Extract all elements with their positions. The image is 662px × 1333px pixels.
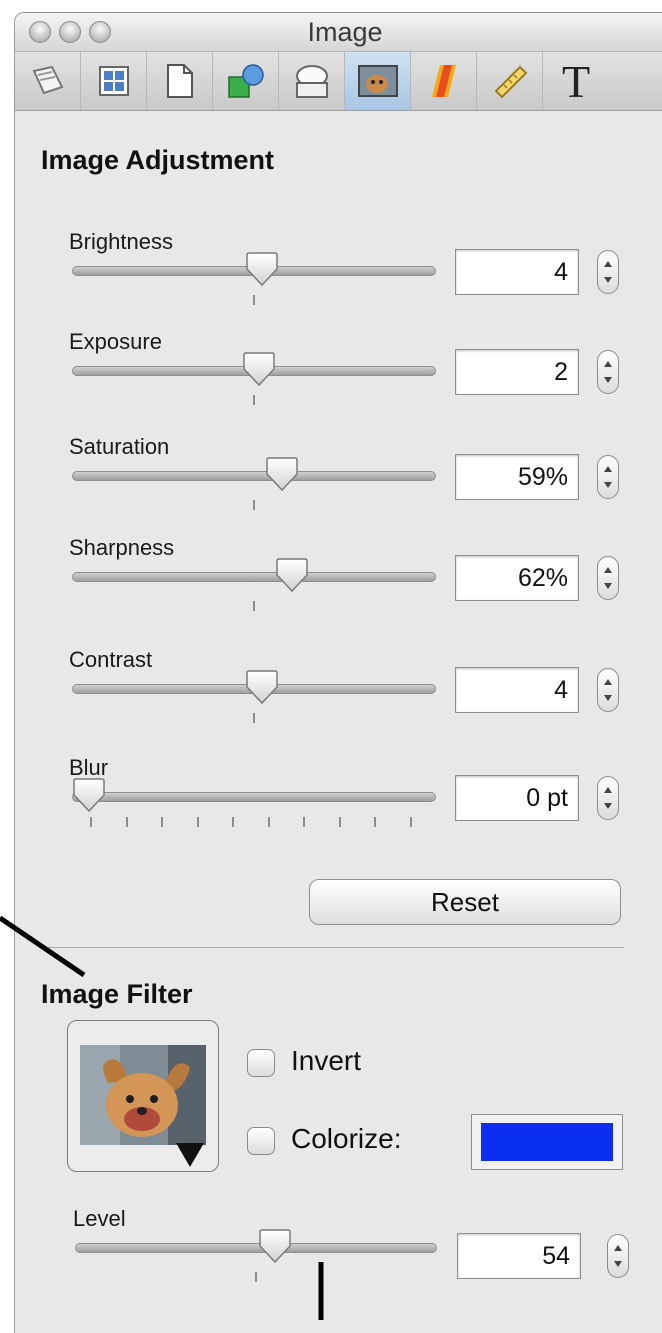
colorize-label: Colorize:: [291, 1123, 402, 1154]
inspector-toolbar: T: [15, 52, 662, 111]
dog-thumbnail: [80, 1045, 206, 1167]
brightness-field[interactable]: 4: [455, 249, 579, 295]
colorize-color-well[interactable]: [471, 1114, 623, 1170]
blur-field[interactable]: 0 pt: [455, 775, 579, 821]
tab-page[interactable]: [147, 52, 213, 110]
exposure-slider-thumb[interactable]: [240, 351, 278, 389]
tab-colors[interactable]: [411, 52, 477, 110]
brightness-center-tick: [253, 295, 255, 305]
section-divider: [48, 947, 624, 948]
shapes-icon: [227, 64, 264, 98]
document-inspector-icon: [32, 65, 63, 95]
sharpness-slider-thumb[interactable]: [273, 557, 311, 595]
brightness-label: Brightness: [69, 229, 173, 254]
tab-callout[interactable]: [279, 52, 345, 110]
tab-layout[interactable]: [81, 52, 147, 110]
text-icon: T: [561, 55, 591, 107]
blur-tick-mark: [374, 817, 376, 827]
exposure-center-tick: [253, 395, 255, 405]
level-center-tick: [255, 1272, 257, 1282]
colorize-checkbox[interactable]: [247, 1127, 275, 1155]
image-icon: [357, 65, 398, 97]
page-icon: [166, 64, 193, 98]
tab-image[interactable]: [345, 52, 411, 110]
inspector-window: Image T Image Adjustment Brightness 4 Ex…: [14, 12, 662, 1333]
contrast-slider-thumb[interactable]: [243, 669, 281, 707]
layout-grid-icon: [98, 66, 129, 96]
brightness-stepper[interactable]: [597, 250, 619, 294]
brightness-slider-thumb[interactable]: [243, 251, 281, 289]
sharpness-field[interactable]: 62%: [455, 555, 579, 601]
blur-tick-mark: [196, 817, 199, 827]
saturation-field[interactable]: 59%: [455, 454, 579, 500]
contrast-stepper[interactable]: [597, 668, 619, 712]
tab-metrics[interactable]: [477, 52, 543, 110]
sharpness-label: Sharpness: [69, 535, 175, 560]
level-field[interactable]: 54: [457, 1233, 581, 1279]
sharpness-center-tick: [253, 601, 255, 611]
blur-tick-mark: [267, 817, 270, 827]
blur-stepper[interactable]: [597, 776, 619, 820]
contrast-center-tick: [253, 713, 255, 723]
title-bar[interactable]: Image: [15, 13, 662, 52]
contrast-field[interactable]: 4: [455, 667, 579, 713]
invert-checkbox[interactable]: [247, 1049, 275, 1077]
tab-shapes[interactable]: [213, 52, 279, 110]
level-label: Level: [73, 1206, 126, 1231]
invert-label: Invert: [291, 1045, 362, 1076]
blur-tick-mark: [232, 817, 234, 827]
blur-slider-thumb[interactable]: [70, 777, 108, 815]
blur-tick-mark: [125, 817, 128, 827]
blur-tick-mark: [90, 817, 92, 827]
blur-tick-mark: [161, 817, 163, 827]
exposure-stepper[interactable]: [597, 350, 619, 394]
saturation-center-tick: [253, 500, 255, 510]
level-stepper[interactable]: [607, 1234, 629, 1278]
window-title: Image: [307, 17, 383, 47]
image-filter-heading: Image Filter: [41, 979, 193, 1009]
filter-preview-popup[interactable]: [67, 1020, 219, 1172]
speech-bubble-icon: [295, 65, 328, 98]
colorize-swatch: [481, 1123, 613, 1161]
tab-document[interactable]: [15, 52, 81, 110]
color-icon: [431, 65, 456, 97]
image-adjustment-heading: Image Adjustment: [41, 145, 275, 175]
exposure-field[interactable]: 2: [455, 349, 579, 395]
ruler-icon: [494, 65, 527, 99]
tab-text[interactable]: T: [543, 52, 609, 110]
blur-tick-mark: [409, 817, 412, 827]
exposure-label: Exposure: [69, 329, 162, 354]
sharpness-stepper[interactable]: [597, 556, 619, 600]
saturation-stepper[interactable]: [597, 455, 619, 499]
saturation-slider-thumb[interactable]: [263, 456, 301, 494]
saturation-label: Saturation: [69, 434, 170, 459]
saturation-slider-track[interactable]: [72, 471, 436, 481]
reset-button[interactable]: Reset: [309, 879, 621, 925]
blur-slider-track[interactable]: [72, 792, 436, 802]
blur-tick-mark: [303, 817, 305, 827]
sharpness-slider-track[interactable]: [72, 572, 436, 582]
blur-tick-mark: [338, 817, 341, 827]
contrast-label: Contrast: [69, 647, 153, 672]
level-slider-thumb[interactable]: [256, 1228, 294, 1266]
